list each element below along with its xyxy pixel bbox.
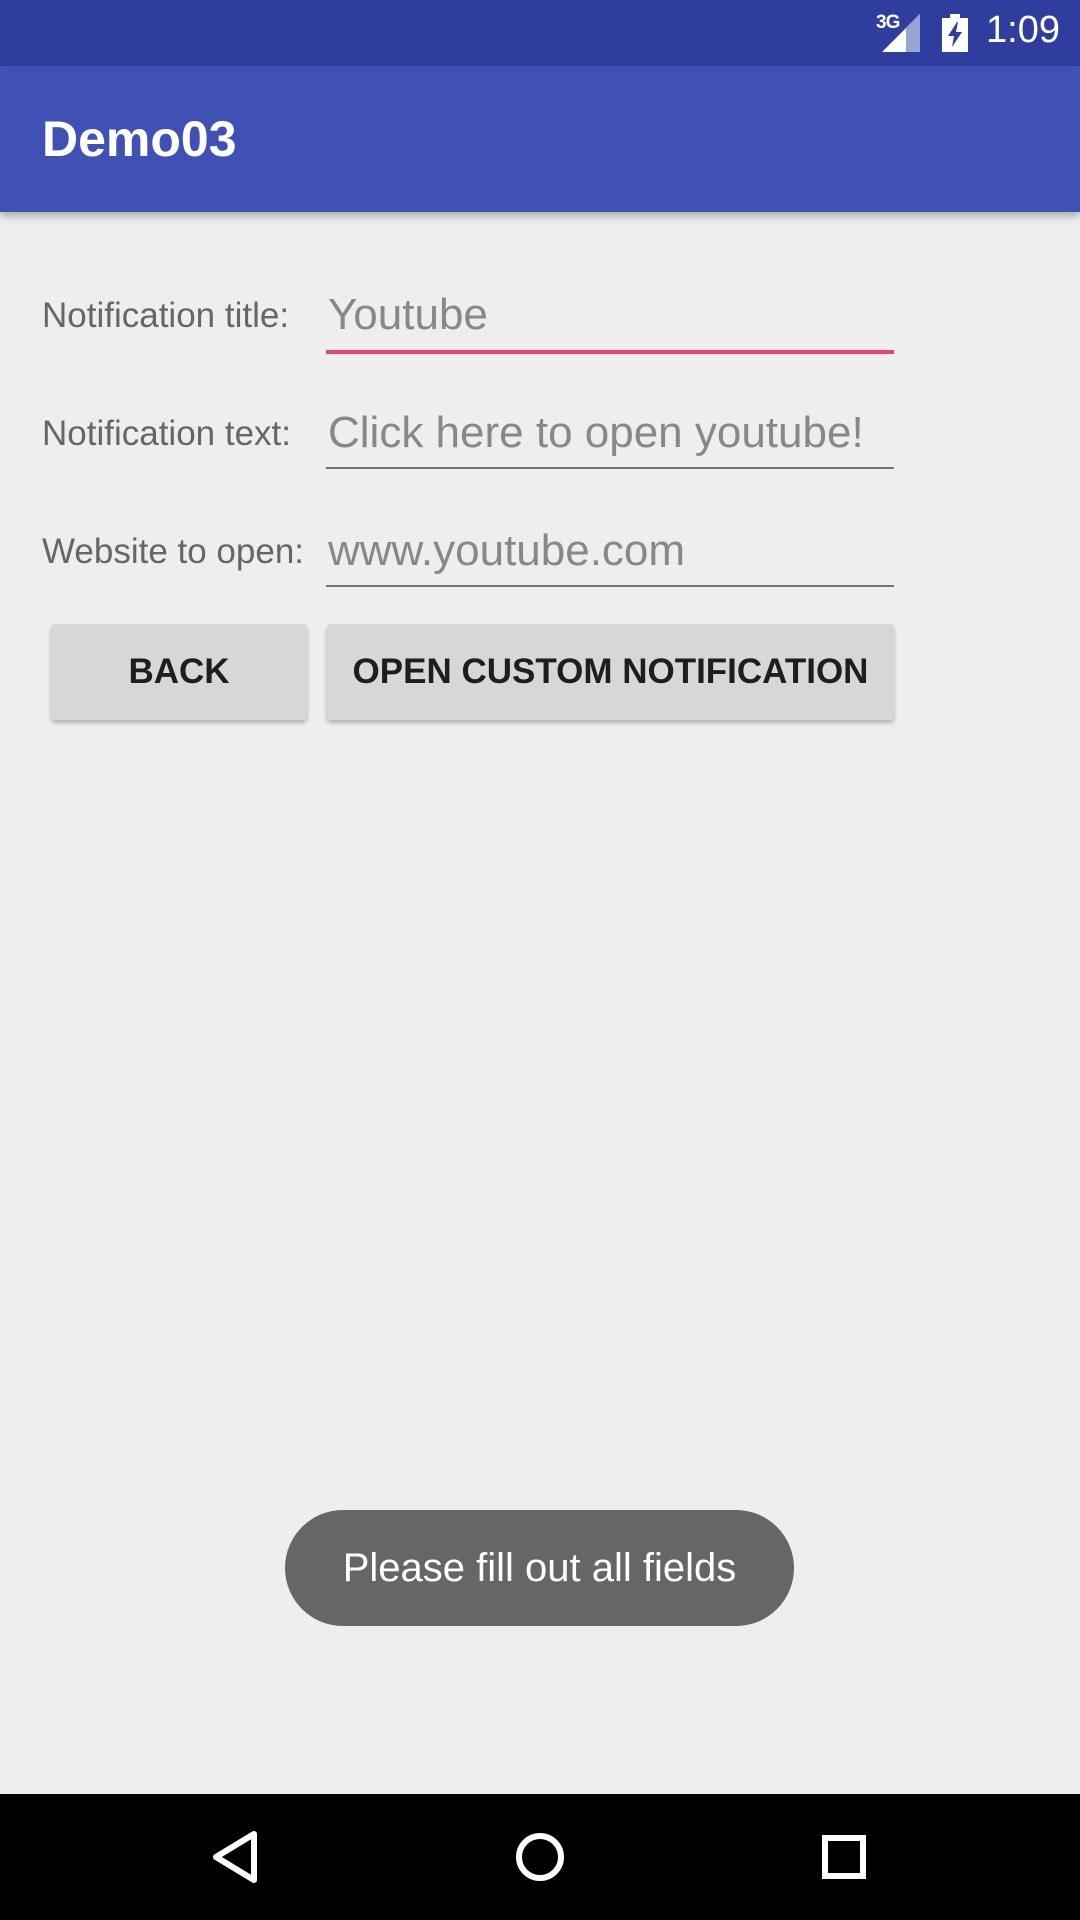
notification-title-underline <box>326 350 894 354</box>
notification-text-label: Notification text: <box>42 414 291 453</box>
navigation-bar <box>0 1794 1080 1920</box>
website-underline <box>326 585 894 587</box>
app-bar: Demo03 <box>0 66 1080 212</box>
website-label: Website to open: <box>42 532 305 571</box>
battery-charging-icon <box>942 14 968 52</box>
back-triangle-icon[interactable] <box>196 1817 276 1897</box>
toast-message: Please fill out all fields <box>285 1510 794 1626</box>
open-custom-notification-button[interactable]: OPEN CUSTOM NOTIFICATION <box>327 624 894 720</box>
clock: 1:09 <box>986 9 1060 51</box>
back-button[interactable]: BACK <box>51 624 307 720</box>
network-type-label: 3G <box>876 12 900 33</box>
app-screen: 3G 1:09 Demo03 Notification title: Notif… <box>0 0 1080 1920</box>
notification-text-underline <box>326 467 894 469</box>
notification-title-label: Notification title: <box>42 296 290 335</box>
website-field[interactable] <box>326 520 894 582</box>
status-bar: 3G 1:09 <box>0 0 1080 66</box>
notification-text-field[interactable] <box>326 402 894 464</box>
home-circle-icon[interactable] <box>500 1817 580 1897</box>
notification-title-field[interactable] <box>326 284 894 346</box>
app-title: Demo03 <box>42 111 237 167</box>
recents-square-icon[interactable] <box>804 1817 884 1897</box>
